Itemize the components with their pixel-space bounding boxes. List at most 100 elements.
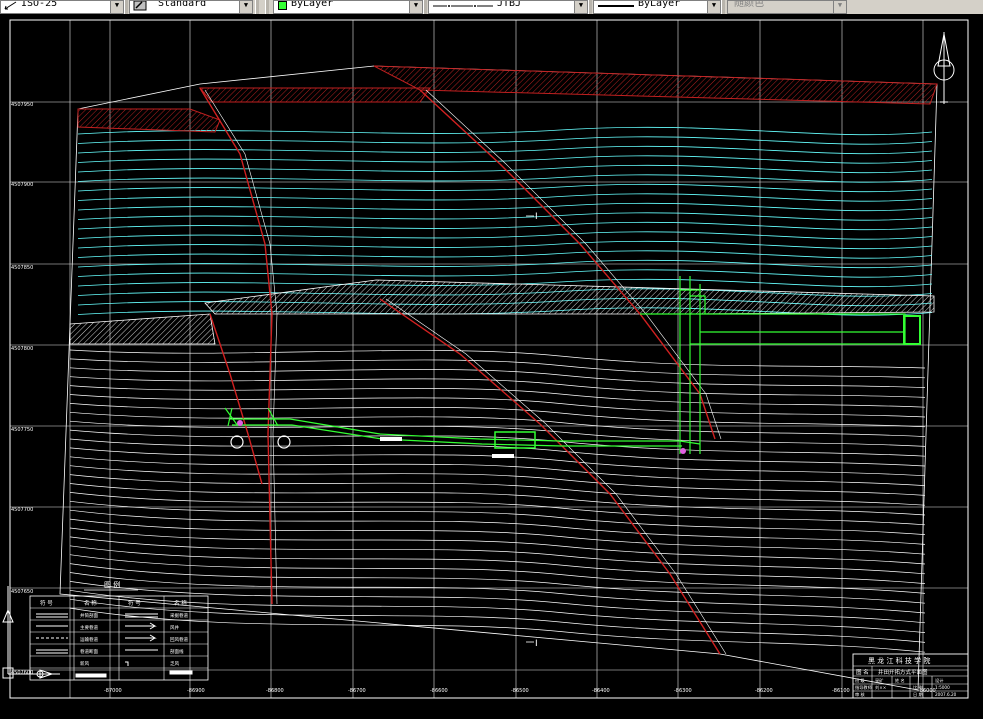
lineweight-dropdown[interactable]: ByLayer ▼ [593,0,721,14]
contour-line [69,358,926,379]
title-school: 黑 龙 江 科 技 学 院 [868,656,930,665]
x-label: -86100 [832,688,850,694]
toolbar-separator [423,0,427,14]
chevron-down-icon[interactable]: ▼ [707,1,720,13]
legend-item: 巷道断面 [80,648,98,655]
coal-outcrop-left [77,108,221,133]
plotstyle-dropdown[interactable]: 随颜色 ▼ [727,0,847,14]
title-cell: 刘×× [875,684,886,690]
x-label: -86200 [755,688,773,694]
chevron-down-icon[interactable]: ▼ [409,1,422,13]
fault-line-1-edge [204,89,278,605]
protective-pillar-belt-right [204,279,935,315]
y-label: 4507950 [11,102,33,108]
x-label: -86600 [430,688,448,694]
toolbar-separator [721,0,725,14]
contour-line [69,403,926,428]
toolbar-separator [255,0,259,14]
contour-line [77,240,933,250]
x-label: -86900 [187,688,205,694]
x-label: -86400 [592,688,610,694]
contour-line [69,607,926,653]
contour-line [77,202,933,212]
linetype-dropdown[interactable]: JTBJ ▼ [428,0,588,14]
plotstyle-value: 随颜色 [734,0,764,9]
contour-line [69,589,926,633]
x-label: -86700 [348,688,366,694]
lineweight-sample-icon [598,1,634,12]
contour-line [69,420,926,447]
legend-item: 主要巷道 [80,624,98,631]
textstyle-dropdown[interactable]: Standard ▼ [129,0,253,14]
toolbar-separator [124,0,128,14]
section-label: I [535,212,538,222]
x-label: -86800 [266,688,284,694]
coal-outcrop-right [373,65,938,105]
title-block: 黑 龙 江 科 技 学 院 图 名 井田开拓方式平面图 班 级 采矿 姓 名 设… [852,653,969,699]
title-cell: 姓 名 [895,677,905,684]
green-swatch-icon [278,1,287,10]
layer-color-dropdown[interactable]: ByLayer ▼ [273,0,423,14]
contour-line [77,155,933,164]
legend-item: 回风巷道 [170,636,188,643]
legend-title: 图 例 [104,580,120,589]
main-haulage-roadway [230,418,701,445]
title-cell: 2007.6.20 [935,692,957,697]
legend-item: 井筒剖面 [80,612,98,619]
dimstyle-icon [4,1,18,11]
legend-item: 新风 [80,660,89,667]
title-cell: 1:5000 [935,685,950,690]
model-space[interactable]: 4507950 4507900 4507850 4507800 4507750 … [0,14,983,715]
y-label: 4507800 [11,346,33,352]
title-cell: 日 期 [913,692,923,698]
legend-table: 图 例 符 号 名 称 符 号 名 称 井筒剖面 采掘巷道 主要巷道 风井 运输… [29,580,209,681]
fault-line-3 [209,313,263,485]
properties-toolbar: ISO-25 ▼ Standard ▼ ByLayer ▼ JTBJ ▼ ByL… [0,0,983,15]
protective-pillar-belt-left [69,313,216,345]
contour-line [77,231,933,240]
legend-item: 乏风 [170,661,179,667]
y-label: 4507900 [11,182,33,188]
chevron-down-icon[interactable]: ▼ [110,1,123,13]
title-cell: 审 核 [855,691,866,698]
legend-item: 剖面线 [170,648,184,655]
contour-line [77,250,933,259]
y-label: 4507650 [11,589,33,595]
contour-line [69,500,926,535]
title-cell: 设计 [935,677,943,684]
contour-line [69,367,926,388]
layer-color-value: ByLayer [291,0,334,9]
left-shaft-bottom [224,407,279,427]
title-fig-name: 井田开拓方式平面图 [878,668,928,676]
legend-header: 名 称 [84,599,97,607]
contour-line [77,221,933,231]
x-label: -87000 [104,688,122,694]
contour-line [77,136,933,145]
contour-line [77,183,933,193]
dimstyle-dropdown[interactable]: ISO-25 ▼ [0,0,124,14]
section-markers: I I [526,212,538,649]
x-axis-labels: -87000 -86900 -86800 -86700 -86600 -8650… [104,688,936,694]
chevron-down-icon[interactable]: ▼ [574,1,587,13]
chevron-down-icon[interactable]: ▼ [833,1,846,13]
legend-item: 运输巷道 [80,636,98,643]
y-label: 4507850 [11,265,33,271]
contour-line [69,509,926,545]
fault-line-2 [419,89,716,440]
drawing-canvas[interactable]: 4507950 4507900 4507850 4507800 4507750 … [0,14,983,715]
dimstyle-value: ISO-25 [21,0,58,9]
x-label: -86300 [674,688,692,694]
linetype-value: JTBJ [497,0,522,9]
legend-item: 采掘巷道 [170,612,188,619]
legend-header: 符 号 [40,599,53,607]
linetype-sample-icon [433,1,493,12]
shaft-marker [680,448,686,454]
contour-line [77,174,933,183]
contour-line [69,349,926,369]
section-label: I [535,639,538,649]
textstyle-value: Standard [158,0,207,9]
legend-item: 风井 [170,624,179,631]
chevron-down-icon[interactable]: ▼ [239,1,252,13]
contour-line [77,145,933,155]
x-label: -86500 [511,688,529,694]
